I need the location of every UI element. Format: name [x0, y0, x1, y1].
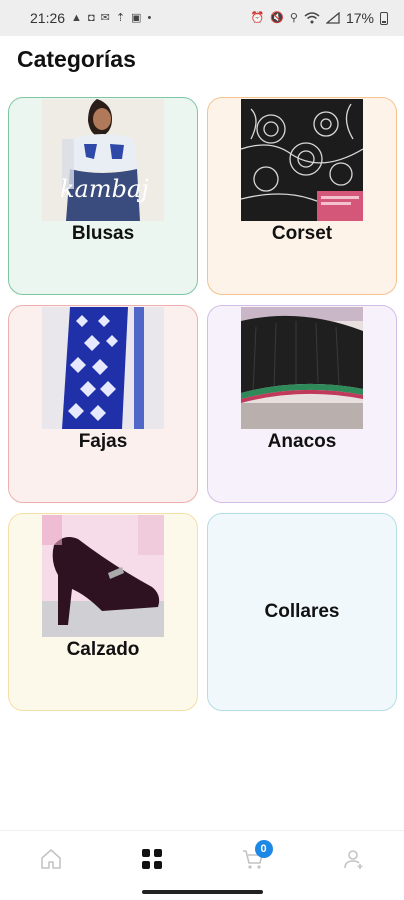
category-label-calzado: Calzado: [66, 639, 140, 660]
category-label-anacos: Anacos: [267, 431, 337, 452]
nav-categories[interactable]: [122, 837, 182, 881]
category-label-corset: Corset: [271, 223, 333, 244]
image-icon: ▣: [131, 11, 142, 24]
status-bar: 21:26 ▲ ◘ ✉ ⇡ ▣ • ⏰ 🔇 ⚲ 17%: [0, 0, 404, 36]
category-label-fajas: Fajas: [78, 431, 128, 452]
category-card-blusas[interactable]: kambaj Blusas: [8, 97, 198, 295]
status-left: 21:26 ▲ ◘ ✉ ⇡ ▣ •: [30, 10, 151, 26]
category-card-calzado[interactable]: Calzado: [8, 513, 198, 711]
category-label-blusas: Blusas: [71, 223, 135, 244]
page-title: Categorías: [17, 46, 136, 72]
dot-icon: •: [147, 11, 152, 24]
category-label-collares: Collares: [264, 601, 340, 622]
user-icon: [343, 850, 362, 869]
bottom-nav: 0: [0, 830, 404, 887]
cast-icon: ◘: [87, 11, 95, 24]
category-card-anacos[interactable]: Anacos: [207, 305, 397, 503]
category-card-collares[interactable]: Collares: [207, 513, 397, 711]
category-image-corset: [241, 99, 363, 221]
nav-cart[interactable]: 0: [223, 837, 283, 881]
home-icon: [40, 849, 61, 869]
blusas-watermark: kambaj: [60, 175, 149, 203]
mute-icon: 🔇: [270, 11, 284, 24]
category-image-fajas: [42, 307, 164, 429]
nav-home[interactable]: [21, 837, 81, 881]
nav-profile[interactable]: [324, 837, 384, 881]
status-time: 21:26: [30, 10, 66, 26]
mail-icon: ✉: [100, 11, 110, 24]
grid-icon: [141, 849, 162, 869]
category-card-corset[interactable]: Corset: [207, 97, 397, 295]
category-image-anacos: [241, 307, 363, 429]
wifi-icon: [304, 12, 320, 24]
location-icon: ⚲: [289, 11, 298, 24]
status-right: ⏰ 🔇 ⚲ 17%: [250, 10, 388, 26]
category-card-fajas[interactable]: Fajas: [8, 305, 198, 503]
warning-icon: ▲: [71, 11, 82, 24]
upload-icon: ⇡: [115, 11, 126, 24]
gesture-bar[interactable]: [142, 890, 263, 894]
alarm-icon: ⏰: [250, 11, 265, 24]
battery-icon: [380, 11, 388, 25]
battery-percent: 17%: [345, 10, 374, 26]
signal-icon: [325, 12, 340, 24]
category-image-calzado: [42, 515, 164, 637]
cart-count-badge: 0: [254, 840, 273, 858]
category-image-blusas: kambaj: [42, 99, 164, 221]
